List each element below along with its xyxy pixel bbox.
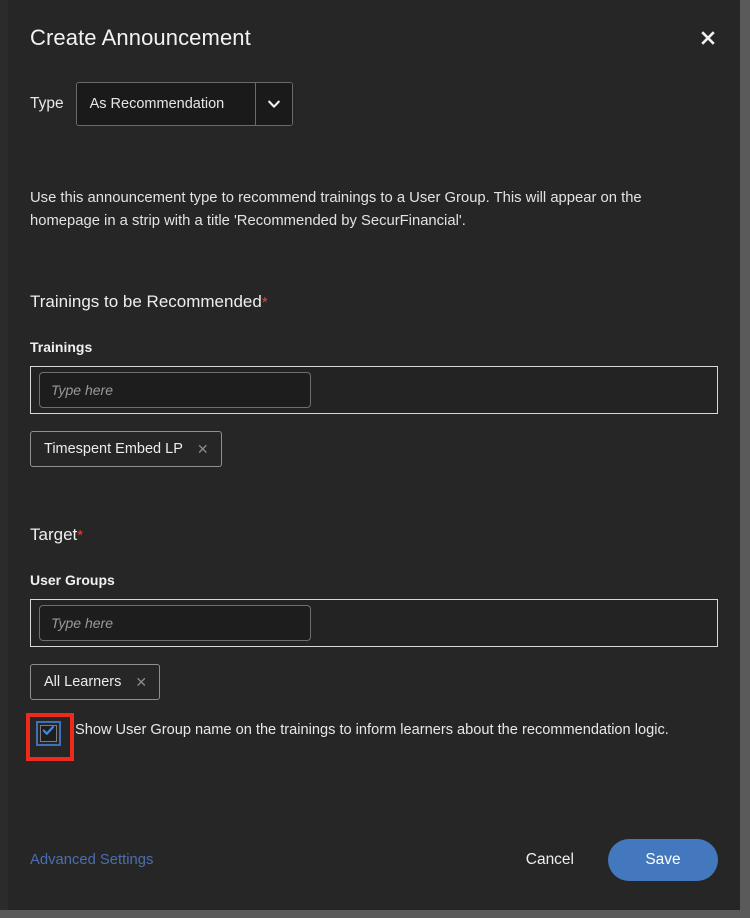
cancel-button[interactable]: Cancel	[516, 845, 584, 875]
target-section-heading-text: Target	[30, 524, 78, 544]
check-icon	[42, 724, 55, 742]
checkbox-box	[40, 724, 57, 742]
close-icon[interactable]: ✕	[197, 442, 209, 456]
chip-label: Timespent Embed LP	[44, 440, 183, 457]
trainings-field-label: Trainings	[30, 338, 93, 355]
chip-label: All Learners	[44, 673, 122, 690]
close-button[interactable]	[694, 24, 722, 52]
close-icon	[698, 28, 718, 48]
advanced-settings-link[interactable]: Advanced Settings	[30, 852, 153, 868]
user-groups-input[interactable]	[39, 604, 311, 641]
scrollbar-thumb[interactable]	[741, 0, 749, 918]
dialog-body: Type As Recommendation Use this announce…	[8, 82, 740, 761]
type-select-value: As Recommendation	[89, 96, 225, 112]
dialog-footer: Advanced Settings Cancel Save	[8, 818, 740, 902]
type-select[interactable]: As Recommendation	[75, 82, 293, 126]
close-icon[interactable]: ✕	[135, 675, 147, 689]
user-groups-token-box[interactable]	[30, 598, 718, 647]
trainings-section-heading-text: Trainings to be Recommended	[30, 291, 262, 311]
user-groups-chip-row: All Learners ✕	[30, 663, 718, 700]
save-button[interactable]: Save	[608, 839, 718, 881]
trainings-section-heading: Trainings to be Recommended*	[30, 292, 718, 312]
page-left-gutter	[0, 0, 8, 918]
chip-training[interactable]: Timespent Embed LP ✕	[30, 430, 222, 467]
type-label: Type	[30, 95, 64, 112]
target-section-heading: Target*	[30, 525, 718, 545]
page-bottom-strip	[0, 910, 750, 918]
trainings-input[interactable]	[39, 371, 311, 408]
trainings-chip-row: Timespent Embed LP ✕	[30, 430, 718, 467]
required-marker: *	[261, 293, 268, 311]
type-row: Type As Recommendation	[30, 82, 718, 126]
footer-actions: Cancel Save	[516, 839, 718, 881]
show-user-group-name-row: Show User Group name on the trainings to…	[26, 712, 718, 761]
show-user-group-name-label: Show User Group name on the trainings to…	[75, 721, 669, 738]
app-root: Create Announcement Type As Recommendati…	[0, 0, 750, 918]
trainings-token-box[interactable]	[30, 365, 718, 414]
dialog-header: Create Announcement	[8, 0, 740, 76]
user-groups-field-label: User Groups	[30, 571, 115, 588]
show-user-group-name-checkbox[interactable]	[36, 720, 61, 746]
create-announcement-dialog: Create Announcement Type As Recommendati…	[8, 0, 740, 910]
page-title: Create Announcement	[30, 25, 251, 50]
required-marker: *	[77, 526, 84, 544]
chevron-down-icon[interactable]	[254, 83, 292, 125]
chip-user-group[interactable]: All Learners ✕	[30, 663, 161, 700]
type-description: Use this announcement type to recommend …	[30, 190, 642, 230]
vertical-scrollbar[interactable]	[740, 0, 750, 918]
